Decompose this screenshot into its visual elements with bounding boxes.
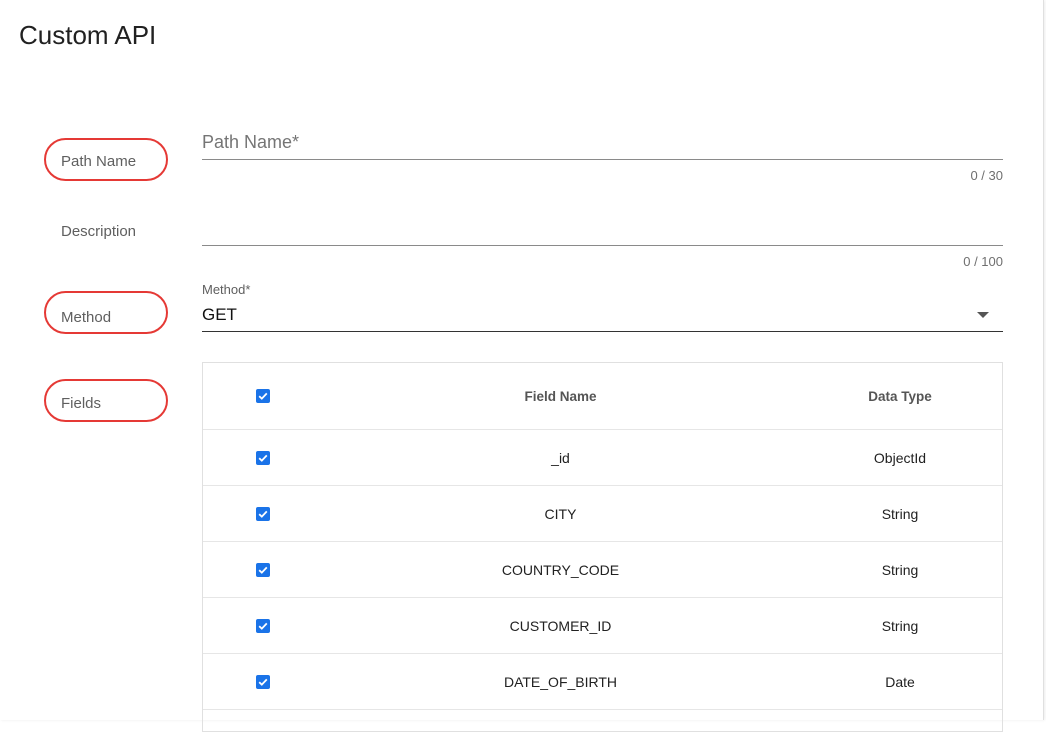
- check-icon: [258, 622, 268, 630]
- header-data-type: Data Type: [868, 388, 932, 404]
- caret-down-icon[interactable]: [977, 312, 989, 318]
- fields-label: Fields: [61, 395, 102, 412]
- data-type-cell: String: [881, 505, 919, 522]
- data-type-cell: String: [881, 561, 919, 578]
- field-name-cell: COUNTRY_CODE: [501, 561, 620, 578]
- method-label: Method: [61, 309, 112, 326]
- row-checkbox[interactable]: [256, 450, 270, 465]
- data-type-cell: ObjectId: [873, 449, 927, 466]
- method-select-value: GET: [202, 305, 237, 324]
- description-underline: [202, 245, 1003, 246]
- path-name-counter: 0 / 30: [970, 168, 1003, 183]
- description-label: Description: [61, 223, 137, 240]
- row-checkbox[interactable]: [256, 674, 270, 689]
- check-icon: [258, 678, 268, 686]
- table-row: COUNTRY_CODE String: [203, 542, 1002, 598]
- path-name-underline: [202, 159, 1003, 160]
- check-icon: [258, 454, 268, 462]
- description-field: 0 / 100: [202, 214, 1003, 274]
- row-checkbox[interactable]: [256, 618, 270, 633]
- description-counter: 0 / 100: [963, 254, 1003, 269]
- field-name-cell: _id: [551, 449, 570, 466]
- method-select[interactable]: Method* GET: [202, 280, 1003, 334]
- fields-table: Field Name Data Type _id ObjectId CITY S…: [202, 362, 1003, 732]
- check-icon: [258, 510, 268, 518]
- table-row: _id ObjectId: [203, 430, 1002, 486]
- table-row: DATE_OF_BIRTH Date: [203, 654, 1002, 710]
- table-row: CITY String: [203, 486, 1002, 542]
- field-name-cell: DATE_OF_BIRTH: [503, 673, 618, 690]
- data-type-cell: String: [881, 617, 919, 634]
- path-name-field: 0 / 30: [202, 128, 1003, 188]
- custom-api-dialog: Custom API Path Name 0 / 30 Description …: [0, 0, 1044, 732]
- check-icon: [258, 392, 268, 400]
- select-all-checkbox[interactable]: [256, 389, 270, 403]
- check-icon: [258, 566, 268, 574]
- data-type-cell: Date: [885, 673, 915, 690]
- method-underline: [202, 331, 1003, 332]
- path-name-label: Path Name: [61, 153, 137, 170]
- header-field-name: Field Name: [524, 388, 597, 404]
- dialog-title: Custom API: [19, 20, 157, 50]
- table-header-row: Field Name Data Type: [203, 363, 1002, 430]
- row-checkbox[interactable]: [256, 562, 270, 577]
- description-input[interactable]: [202, 218, 1003, 239]
- row-checkbox[interactable]: [256, 506, 270, 521]
- field-name-cell: CUSTOMER_ID: [509, 617, 612, 634]
- field-name-cell: CITY: [544, 505, 577, 522]
- table-row: CUSTOMER_ID String: [203, 598, 1002, 654]
- method-select-label: Method*: [202, 282, 251, 297]
- path-name-input[interactable]: [202, 132, 1003, 153]
